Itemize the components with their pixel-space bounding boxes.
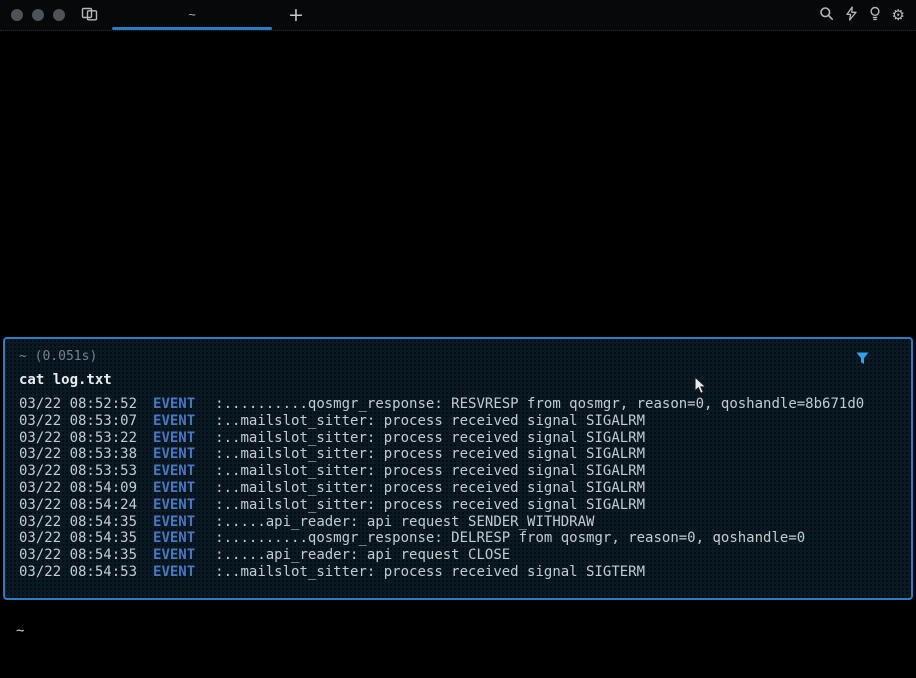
filter-output-button[interactable] — [854, 350, 871, 370]
block-command: cat log.txt — [19, 371, 897, 390]
ai-command-button[interactable] — [843, 4, 860, 26]
log-message: :..........qosmgr_response: DELRESP from… — [215, 530, 805, 546]
terminal-tab[interactable]: ~ — [104, 0, 280, 30]
active-tab-indicator — [112, 27, 272, 30]
log-level: EVENT — [153, 514, 195, 530]
log-message: :..mailslot_sitter: process received sig… — [215, 497, 645, 513]
bookmarks-button[interactable] — [75, 6, 104, 25]
log-message: :.....api_reader: api request SENDER_WIT… — [215, 514, 594, 530]
log-timestamp: 03/22 08:54:35 — [19, 547, 137, 563]
new-tab-button[interactable]: + — [280, 0, 312, 30]
settings-button[interactable]: ⚙ — [890, 5, 907, 25]
titlebar-icons: ⚙ — [817, 4, 916, 26]
log-row: 03/22 08:52:52 EVENT :..........qosmgr_res… — [19, 396, 897, 413]
log-row: 03/22 08:54:35 EVENT :.....api_reader: api… — [19, 514, 897, 531]
titlebar: ~ + — [0, 0, 916, 31]
log-row: 03/22 08:54:24 EVENT :..mailslot_sitter: p… — [19, 497, 897, 514]
log-row: 03/22 08:53:22 EVENT :..mailslot_sitter: p… — [19, 430, 897, 447]
gear-icon: ⚙ — [892, 7, 905, 23]
log-message: :..mailslot_sitter: process received sig… — [215, 480, 645, 496]
log-level: EVENT — [153, 396, 195, 412]
log-timestamp: 03/22 08:53:22 — [19, 430, 137, 446]
log-level: EVENT — [153, 463, 195, 479]
search-button[interactable] — [817, 4, 836, 26]
log-row: 03/22 08:53:53 EVENT :..mailslot_sitter: p… — [19, 463, 897, 480]
command-block: ~ (0.051s) cat log.txt 03/22 08:52:52 EVE… — [3, 337, 913, 600]
log-timestamp: 03/22 08:54:09 — [19, 480, 137, 496]
log-message: :..mailslot_sitter: process received sig… — [215, 564, 645, 580]
log-level: EVENT — [153, 547, 195, 563]
bulb-icon — [869, 6, 881, 24]
tab-title: ~ — [188, 0, 196, 30]
window-zoom-button[interactable] — [53, 9, 65, 21]
log-message: :..mailslot_sitter: process received sig… — [215, 430, 645, 446]
log-timestamp: 03/22 08:52:52 — [19, 396, 137, 412]
window-close-button[interactable] — [11, 9, 23, 21]
tips-button[interactable] — [867, 4, 883, 26]
log-timestamp: 03/22 08:54:35 — [19, 514, 137, 530]
log-row: 03/22 08:54:53 EVENT :..mailslot_sitter: p… — [19, 564, 897, 581]
log-level: EVENT — [153, 530, 195, 546]
log-row: 03/22 08:53:38 EVENT :..mailslot_sitter: p… — [19, 446, 897, 463]
lightning-icon — [845, 6, 858, 24]
log-message: :..........qosmgr_response: RESVRESP fro… — [215, 396, 864, 412]
log-level: EVENT — [153, 497, 195, 513]
log-message: :..mailslot_sitter: process received sig… — [215, 413, 645, 429]
log-level: EVENT — [153, 430, 195, 446]
log-row: 03/22 08:54:35 EVENT :..........qosmgr_res… — [19, 530, 897, 547]
prompt-directory: ~ — [16, 623, 24, 639]
log-timestamp: 03/22 08:53:53 — [19, 463, 137, 479]
window-minimize-button[interactable] — [32, 9, 44, 21]
log-timestamp: 03/22 08:53:07 — [19, 413, 137, 429]
log-row: 03/22 08:53:07 EVENT :..mailslot_sitter: p… — [19, 413, 897, 430]
log-level: EVENT — [153, 480, 195, 496]
log-output: 03/22 08:52:52 EVENT :..........qosmgr_res… — [19, 396, 897, 581]
log-level: EVENT — [153, 446, 195, 462]
prompt-input-area[interactable]: ~ — [0, 600, 916, 678]
log-message: :.....api_reader: api request CLOSE — [215, 547, 510, 563]
log-row: 03/22 08:54:09 EVENT :..mailslot_sitter: p… — [19, 480, 897, 497]
window-controls — [0, 9, 75, 21]
log-message: :..mailslot_sitter: process received sig… — [215, 446, 645, 462]
search-icon — [819, 6, 834, 24]
log-row: 03/22 08:54:35 EVENT :.....api_reader: api… — [19, 547, 897, 564]
block-context: ~ (0.051s) — [19, 348, 897, 365]
bookmarks-icon — [81, 6, 98, 25]
log-timestamp: 03/22 08:54:53 — [19, 564, 137, 580]
log-timestamp: 03/22 08:54:35 — [19, 530, 137, 546]
log-timestamp: 03/22 08:54:24 — [19, 497, 137, 513]
log-message: :..mailslot_sitter: process received sig… — [215, 463, 645, 479]
terminal-scrollback — [0, 31, 916, 337]
log-level: EVENT — [153, 564, 195, 580]
log-level: EVENT — [153, 413, 195, 429]
log-timestamp: 03/22 08:53:38 — [19, 446, 137, 462]
funnel-icon — [856, 353, 869, 368]
